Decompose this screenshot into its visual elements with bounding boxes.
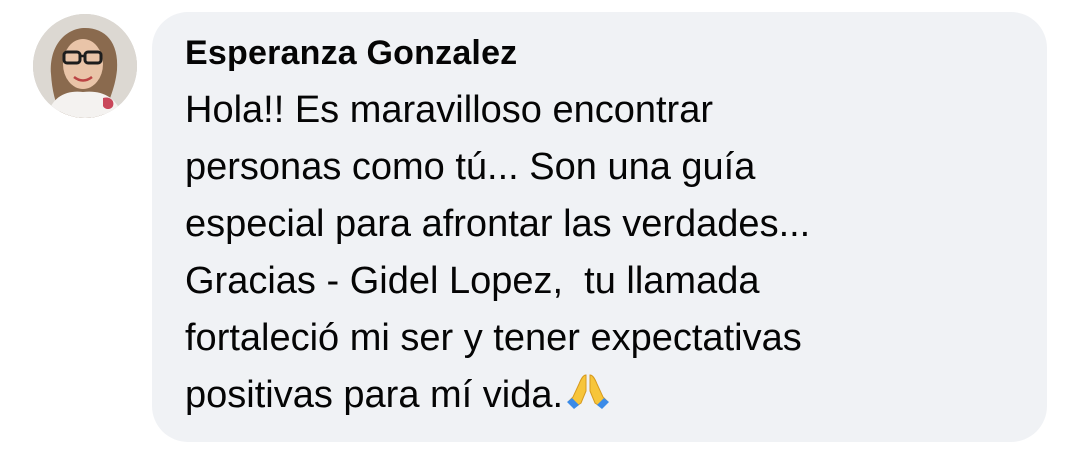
comment-text-line: Gracias - Gidel Lopez, tu llamada <box>185 260 760 302</box>
comment-text-line: personas como tú... Son una guía <box>185 146 756 188</box>
comment-text: Hola!! Es maravilloso encontrar personas… <box>185 82 1025 428</box>
author-avatar[interactable] <box>33 14 137 118</box>
comment-text-line-last: positivas para mí vida. <box>185 367 1025 428</box>
folded-hands-icon <box>565 371 611 428</box>
comment-text-line: fortaleció mi ser y tener expectativas <box>185 317 802 359</box>
comment-text-line: Hola!! Es maravilloso encontrar <box>185 89 713 131</box>
comment-text-line: positivas para mí vida. <box>185 374 564 416</box>
comment-text-line: especial para afrontar las verdades... <box>185 203 811 245</box>
comment-author-name[interactable]: Esperanza Gonzalez <box>185 34 517 73</box>
avatar-photo <box>33 14 137 118</box>
